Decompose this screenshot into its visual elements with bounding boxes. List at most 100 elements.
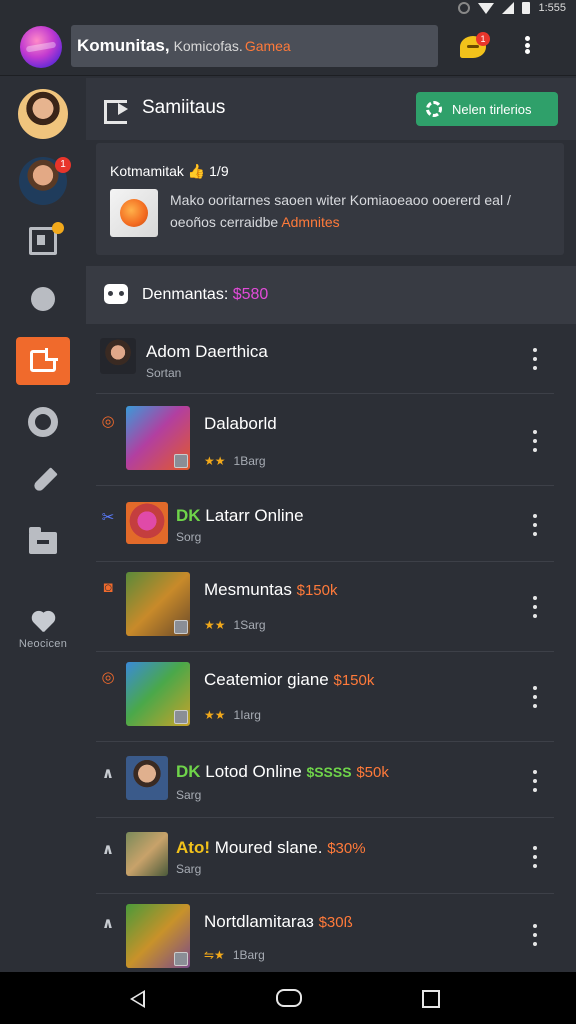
row-marker-icon: ∧: [101, 841, 115, 858]
rating-stars: ⇋★: [204, 948, 225, 962]
wifi-icon: [478, 2, 495, 14]
friend-avatar: 1: [19, 157, 71, 205]
main-header: Samiitaus Nelen tirlerios: [86, 78, 576, 140]
folder-icon: [29, 527, 57, 554]
list-item[interactable]: ∧ Ato! Moured slane. $30% Sarg: [96, 820, 554, 894]
list-item[interactable]: ◙ Mesmuntas $150k ★★ 1Sarg: [96, 564, 554, 652]
row-subtitle: Sortan: [146, 366, 182, 380]
row-menu-icon[interactable]: [532, 514, 538, 536]
search-bar[interactable]: Komunitas, Komicofas. Gamea: [71, 25, 438, 67]
row-menu-icon[interactable]: [532, 430, 538, 452]
sidebar-bottom-label: Neocicen: [18, 638, 68, 650]
card-title: Kotmamitak 👍 1/9: [110, 163, 229, 179]
notification-badge: 1: [476, 32, 490, 46]
gamepad-icon: [104, 284, 128, 304]
row-marker-icon: ∧: [101, 915, 115, 932]
page-title: Samiitaus: [142, 97, 226, 118]
app-header: Komunitas, Komicofas. Gamea 1: [0, 16, 576, 76]
row-marker-icon: ✂: [101, 509, 115, 526]
list-item[interactable]: ✂ DK Latarr Online Sorg: [96, 488, 554, 562]
row-title: Nortdlamitaraɜ $30ß: [204, 912, 353, 931]
edit-icon: [16, 337, 70, 385]
row-subtitle: Sarg: [176, 862, 202, 876]
row-marker-icon: ∧: [101, 765, 115, 782]
signal-icon: [502, 2, 515, 14]
row-title: DK Lotod Online $SSSS $50k: [176, 762, 389, 781]
sidebar-item-folder[interactable]: [0, 527, 86, 554]
board-icon: [29, 222, 64, 255]
search-accent: Gamea: [244, 38, 291, 54]
row-subtitle: ★★ 1Barg: [204, 454, 266, 468]
overflow-menu-icon[interactable]: [524, 36, 530, 54]
back-icon[interactable]: [130, 990, 145, 1008]
row-title: Ceatemior giane $150k: [204, 670, 375, 689]
row-menu-icon[interactable]: [532, 924, 538, 946]
thumbs-up-icon: 👍: [187, 163, 206, 179]
sidebar-item-friend[interactable]: 1: [0, 157, 86, 205]
sidebar-item-board[interactable]: [0, 222, 86, 255]
home-icon[interactable]: [276, 989, 302, 1007]
recycle-icon: [426, 101, 442, 117]
sidebar-item-profile[interactable]: [0, 89, 86, 139]
forward-icon: [104, 100, 130, 124]
row-title: DK Latarr Online: [176, 506, 304, 525]
card-text: Mako ooritarnes saoen witer Komiaoeaoo o…: [170, 192, 511, 230]
rating-stars: ★★: [204, 708, 226, 722]
search-subtitle: Komicofas.: [173, 38, 243, 54]
section-header: Denmantas: $580: [86, 266, 576, 324]
list-item[interactable]: ◎ Ceatemior giane $150k ★★ 1Iarg: [96, 654, 554, 742]
avatar: [18, 89, 68, 139]
row-title: Adom Daerthica: [146, 342, 268, 361]
cog-icon: [31, 287, 55, 311]
section-amount: $580: [232, 286, 269, 303]
section-title: Denmantas: $580: [142, 286, 269, 303]
friend-badge: 1: [55, 157, 71, 173]
sidebar-item-options[interactable]: [0, 407, 86, 437]
rating-stars: ★★: [204, 454, 226, 468]
row-thumbnail: [126, 832, 168, 876]
row-subtitle: Sorg: [176, 530, 202, 544]
new-item-button[interactable]: Nelen tirlerios: [416, 92, 558, 126]
info-card[interactable]: Kotmamitak 👍 1/9 Mako ooritarnes saoen w…: [96, 143, 564, 255]
sidebar-item-settings[interactable]: [0, 287, 86, 311]
list-item[interactable]: Adom Daerthica Sortan: [96, 326, 554, 394]
card-thumbnail: [110, 189, 158, 237]
row-menu-icon[interactable]: [532, 596, 538, 618]
notifications-button[interactable]: 1: [460, 32, 490, 60]
sidebar: 1 Neocicen: [0, 77, 86, 972]
new-item-label: Nelen tirlerios: [452, 101, 532, 117]
brush-icon: [28, 467, 58, 497]
row-subtitle: ★★ 1Sarg: [204, 618, 266, 632]
list-item[interactable]: ◎ Dalaborld ★★ 1Barg: [96, 396, 554, 486]
list-item[interactable]: ∧ DK Lotod Online $SSSS $50k Sarg: [96, 744, 554, 818]
row-subtitle: ★★ 1Iarg: [204, 708, 261, 722]
row-thumbnail: [100, 338, 136, 374]
heart-icon: [30, 612, 56, 634]
sidebar-item-brush[interactable]: [0, 467, 86, 497]
row-thumbnail: [126, 572, 190, 636]
card-link[interactable]: Admnites: [281, 214, 339, 230]
search-title: Komunitas,: [77, 36, 170, 55]
battery-icon: [522, 2, 531, 14]
sidebar-item-active[interactable]: [0, 337, 86, 385]
row-thumbnail: [126, 406, 190, 470]
row-title: Mesmuntas $150k: [204, 580, 338, 599]
system-nav-bar: [0, 972, 576, 1024]
row-marker-icon: ◎: [101, 669, 115, 686]
row-thumbnail: [126, 662, 190, 726]
row-marker-icon: ◎: [101, 413, 115, 430]
list-item[interactable]: ∧ Nortdlamitaraɜ $30ß ⇋★ 1Barg: [96, 896, 554, 972]
app-logo-icon[interactable]: [20, 26, 62, 68]
row-menu-icon[interactable]: [532, 686, 538, 708]
row-subtitle: Sarg: [176, 788, 202, 802]
row-marker-icon: ◙: [103, 579, 113, 596]
sidebar-item-favorites[interactable]: [0, 612, 86, 634]
row-title: Ato! Moured slane. $30%: [176, 838, 366, 857]
row-menu-icon[interactable]: [532, 348, 538, 370]
row-menu-icon[interactable]: [532, 770, 538, 792]
row-thumbnail: [126, 904, 190, 968]
rating-stars: ★★: [204, 618, 226, 632]
row-menu-icon[interactable]: [532, 846, 538, 868]
recents-icon[interactable]: [422, 990, 440, 1008]
row-subtitle: ⇋★ 1Barg: [204, 948, 265, 962]
